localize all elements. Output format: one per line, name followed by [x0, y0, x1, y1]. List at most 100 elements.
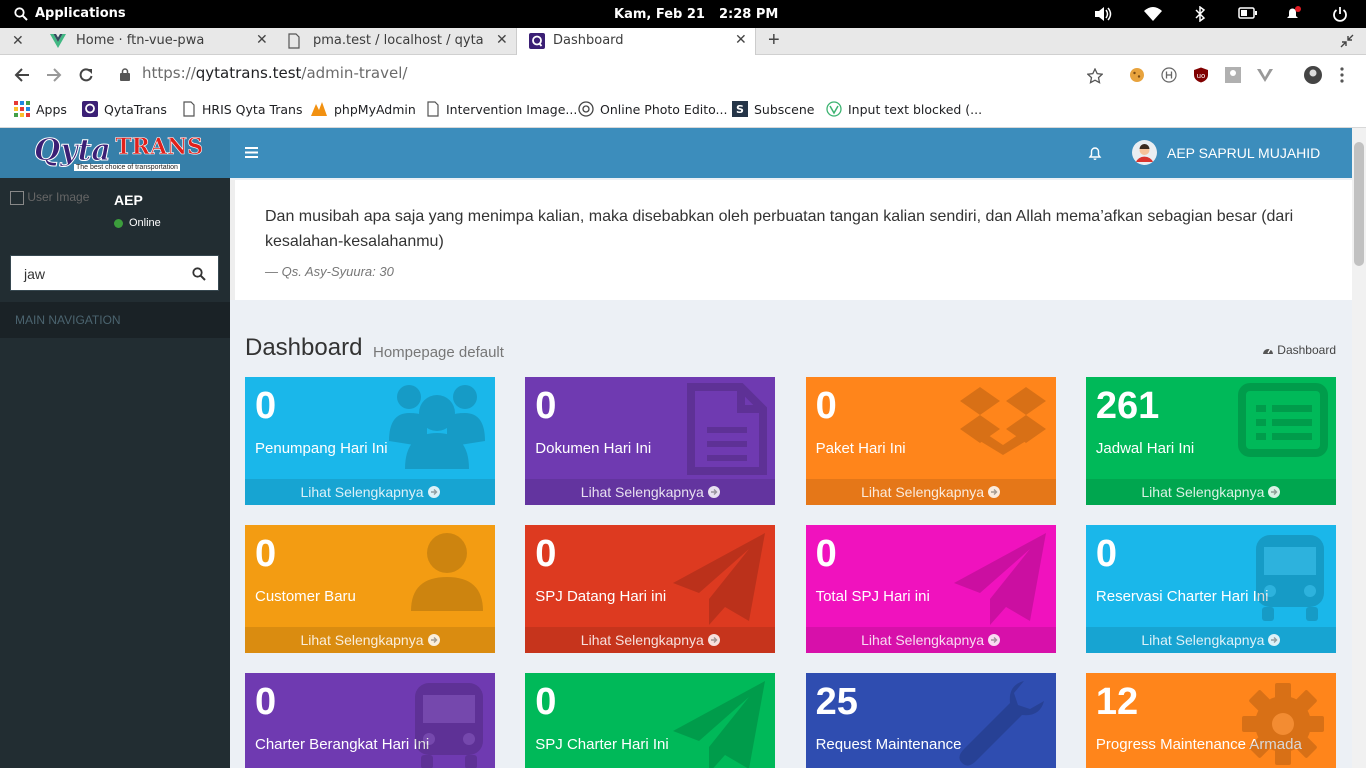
- more-info-link[interactable]: Lihat Selengkapnya: [525, 479, 776, 505]
- profile-avatar-icon[interactable]: [1304, 66, 1322, 84]
- wifi-icon[interactable]: [1144, 6, 1162, 22]
- clock[interactable]: Kam, Feb 21 2:28 PM: [614, 7, 792, 22]
- restore-window-icon[interactable]: [1340, 34, 1354, 48]
- bookmark-hris[interactable]: HRIS Qyta Trans: [182, 101, 302, 117]
- back-icon[interactable]: [14, 67, 30, 83]
- close-icon[interactable]: ✕: [735, 32, 747, 48]
- quote-text: Dan musibah apa saja yang menimpa kalian…: [265, 208, 1294, 250]
- new-tab-icon[interactable]: +: [768, 29, 780, 52]
- bookmark-input-text[interactable]: Input text blocked (...: [826, 101, 982, 117]
- stat-label: Paket Hari Ini: [815, 440, 906, 457]
- power-icon[interactable]: [1332, 6, 1348, 22]
- hypothesis-extension-icon[interactable]: [1161, 67, 1177, 83]
- stat-value: 0: [815, 385, 837, 427]
- stat-box: 0 Dokumen Hari Ini Lihat Selengkapnya: [525, 377, 776, 505]
- vuetify-icon: [826, 101, 842, 117]
- stat-label: SPJ Datang Hari ini: [535, 588, 667, 605]
- page-icon: [427, 101, 439, 117]
- address-bar[interactable]: https://qytatrans.test/admin-travel/: [142, 64, 407, 82]
- logo-wordmark: Qyta TRANS: [34, 133, 204, 169]
- user-menu[interactable]: AEP SAPRUL MUJAHID: [1132, 140, 1320, 165]
- more-info-link[interactable]: Lihat Selengkapnya: [525, 627, 776, 653]
- bookmark-star-icon[interactable]: [1087, 68, 1103, 84]
- profile-extension-icon[interactable]: [1225, 67, 1241, 83]
- more-info-label: Lihat Selengkapnya: [1141, 484, 1265, 500]
- stat-label: Dokumen Hari Ini: [535, 440, 652, 457]
- bookmark-intervention[interactable]: Intervention Image...: [426, 101, 577, 117]
- qyta-icon: [529, 33, 545, 49]
- paper-plane-icon: [671, 531, 767, 627]
- scrollbar-thumb[interactable]: [1354, 142, 1364, 266]
- stat-value: 12: [1095, 681, 1139, 723]
- bookmark-photo-editor[interactable]: Online Photo Edito...: [578, 101, 727, 117]
- notification-bell-icon[interactable]: [1284, 6, 1302, 22]
- arrow-circle-right-icon: [984, 632, 1001, 648]
- vue-devtools-icon[interactable]: [1257, 67, 1273, 83]
- battery-icon[interactable]: [1238, 6, 1258, 20]
- bookmark-phpmyadmin[interactable]: phpMyAdmin: [310, 101, 416, 117]
- bookmark-label: Intervention Image...: [446, 101, 578, 117]
- stat-label: Reservasi Charter Hari Ini: [1095, 588, 1269, 605]
- logo-text: Qyta: [34, 133, 112, 169]
- apps-grid-icon: [14, 101, 30, 117]
- tab-pma[interactable]: pma.test / localhost / qytadev / ✕: [287, 28, 515, 55]
- more-info-link[interactable]: Lihat Selengkapnya: [805, 627, 1056, 653]
- stat-label: Penumpang Hari Ini: [255, 440, 388, 457]
- arrow-circle-right-icon: [704, 484, 720, 500]
- stat-label: Customer Baru: [255, 588, 356, 605]
- bookmark-label: phpMyAdmin: [334, 101, 416, 117]
- search-icon: [14, 6, 28, 21]
- bookmark-subscene[interactable]: S Subscene: [732, 101, 814, 117]
- stat-value: 0: [1095, 533, 1118, 575]
- breadcrumb-item: Dashboard: [1277, 343, 1336, 357]
- applications-menu[interactable]: Applications: [14, 6, 126, 21]
- bookmarks-bar: Apps QytaTrans HRIS Qyta Trans phpMyAdmi…: [0, 95, 1366, 128]
- close-icon[interactable]: ✕: [12, 32, 24, 49]
- tab-home[interactable]: Home · ftn-vue-pwa ✕: [50, 28, 272, 55]
- lock-icon[interactable]: [120, 68, 130, 81]
- more-info-label: Lihat Selengkapnya: [861, 484, 985, 500]
- quote-source: — Qs. Asy-Syuura: 30: [265, 264, 394, 279]
- stat-label: SPJ Charter Hari Ini: [535, 736, 669, 753]
- hamburger-menu-icon[interactable]: [245, 147, 258, 158]
- reload-icon[interactable]: [78, 67, 94, 83]
- more-info-link[interactable]: Lihat Selengkapnya: [245, 479, 495, 505]
- close-icon[interactable]: ✕: [496, 32, 508, 48]
- cookie-extension-icon[interactable]: [1129, 67, 1145, 83]
- arrow-circle-right-icon: [424, 484, 440, 500]
- tab-dashboard[interactable]: Dashboard ✕: [516, 28, 756, 56]
- breadcrumb[interactable]: Dashboard: [1262, 343, 1336, 357]
- browser-toolbar: https://qytatrans.test/admin-travel/ uo: [0, 55, 1366, 95]
- status-label: Online: [129, 217, 161, 229]
- forward-icon[interactable]: [46, 67, 62, 83]
- page-scrollbar[interactable]: [1352, 128, 1366, 768]
- list-alt-icon: [1237, 383, 1328, 457]
- ublock-extension-icon[interactable]: uo: [1193, 67, 1209, 83]
- bookmark-apps[interactable]: Apps: [14, 101, 67, 117]
- content-area: Dan musibah apa saja yang menimpa kalian…: [230, 178, 1352, 768]
- search-input[interactable]: jaw: [24, 266, 45, 282]
- stat-value: 0: [255, 681, 277, 723]
- qyta-icon: [82, 101, 98, 117]
- more-info-link[interactable]: Lihat Selengkapnya: [1085, 479, 1336, 505]
- volume-icon[interactable]: [1094, 6, 1112, 22]
- more-info-link[interactable]: Lihat Selengkapnya: [805, 479, 1056, 505]
- browser-menu-icon[interactable]: [1340, 67, 1344, 83]
- bookmark-label: Online Photo Edito...: [600, 101, 728, 117]
- more-info-link[interactable]: Lihat Selengkapnya: [245, 627, 495, 653]
- bell-icon[interactable]: [1088, 145, 1102, 161]
- dropbox-icon: [958, 383, 1048, 463]
- bookmark-qytatrans[interactable]: QytaTrans: [82, 101, 167, 117]
- bookmark-label: Input text blocked (...: [848, 101, 983, 117]
- close-icon[interactable]: ✕: [256, 32, 268, 48]
- stat-value: 0: [255, 533, 277, 575]
- more-info-label: Lihat Selengkapnya: [300, 484, 424, 500]
- logo[interactable]: Qyta TRANS The best choice of transporta…: [0, 128, 230, 178]
- stat-value: 0: [535, 385, 557, 427]
- stat-box: 0Charter Berangkat Hari IniLihat Selengk…: [245, 673, 495, 768]
- quote-callout: Dan musibah apa saja yang menimpa kalian…: [230, 180, 1352, 300]
- search-icon[interactable]: [192, 267, 206, 281]
- sidebar-search: jaw: [10, 255, 219, 291]
- more-info-link[interactable]: Lihat Selengkapnya: [1085, 627, 1336, 653]
- bluetooth-icon[interactable]: [1194, 6, 1206, 22]
